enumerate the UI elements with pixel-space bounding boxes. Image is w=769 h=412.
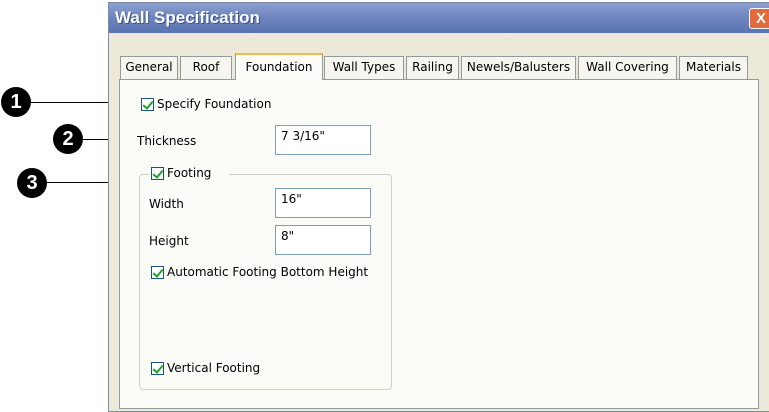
footing-width-label: Width	[149, 197, 184, 211]
specify-foundation-checkbox[interactable]	[141, 98, 154, 111]
close-button[interactable]: X	[749, 8, 769, 29]
callout-3: 3	[17, 168, 47, 198]
automatic-footing-bottom-height-label[interactable]: Automatic Footing Bottom Height	[167, 265, 368, 279]
specify-foundation-label[interactable]: Specify Foundation	[157, 97, 271, 111]
vertical-footing-label[interactable]: Vertical Footing	[167, 361, 260, 375]
thickness-input[interactable]: 7 3/16"	[275, 125, 371, 155]
tab-foundation[interactable]: Foundation	[235, 53, 323, 80]
footing-height-label: Height	[149, 234, 189, 248]
tab-railing[interactable]: Railing	[406, 56, 459, 79]
callout-2: 2	[53, 124, 83, 154]
footing-width-input[interactable]: 16"	[275, 188, 371, 218]
tab-roof[interactable]: Roof	[180, 56, 232, 79]
footing-height-input[interactable]: 8"	[275, 225, 371, 255]
automatic-footing-bottom-height-checkbox[interactable]	[151, 266, 164, 279]
close-icon: X	[755, 10, 766, 27]
callout-1: 1	[1, 87, 31, 117]
thickness-label: Thickness	[137, 134, 197, 148]
title-bar[interactable]: Wall Specification X	[109, 3, 769, 33]
footing-label[interactable]: Footing	[167, 166, 211, 180]
vertical-footing-checkbox[interactable]	[151, 362, 164, 375]
wall-specification-dialog: Wall Specification X General Roof Founda…	[108, 2, 769, 412]
tab-general[interactable]: General	[120, 56, 178, 79]
footing-checkbox[interactable]	[151, 167, 164, 180]
tab-wall-covering[interactable]: Wall Covering	[578, 56, 677, 79]
tab-wall-types[interactable]: Wall Types	[324, 56, 404, 79]
tab-materials[interactable]: Materials	[679, 56, 748, 79]
tab-newels-balusters[interactable]: Newels/Balusters	[461, 56, 576, 79]
dialog-title: Wall Specification	[115, 8, 260, 27]
